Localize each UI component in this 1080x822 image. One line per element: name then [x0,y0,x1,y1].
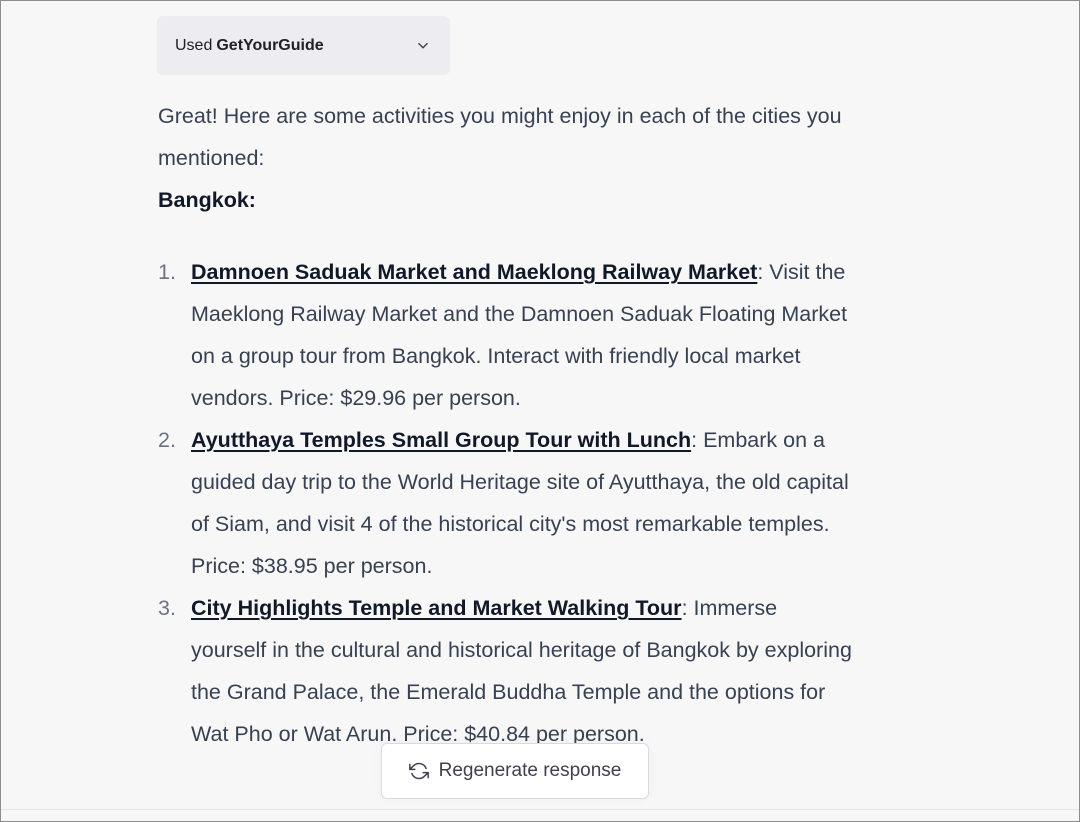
activity-list: 1. Damnoen Saduak Market and Maeklong Ra… [158,251,858,755]
plugin-used-dropdown[interactable]: Used GetYourGuide [157,16,450,75]
intro-text: Great! Here are some activities you migh… [158,104,842,170]
regenerate-label: Regenerate response [438,760,622,781]
item-number: 2. [158,428,176,452]
regenerate-response-button[interactable]: Regenerate response [381,743,649,799]
chevron-down-icon [418,42,428,48]
item-number: 3. [158,596,176,620]
activity-link[interactable]: City Highlights Temple and Market Walkin… [191,596,682,620]
plugin-used-label: Used [175,36,213,54]
section-title: Bangkok: [158,188,256,212]
composer-edge [1,809,1079,821]
list-item: 1. Damnoen Saduak Market and Maeklong Ra… [158,251,858,419]
assistant-message: Great! Here are some activities you migh… [158,95,858,755]
activity-link[interactable]: Ayutthaya Temples Small Group Tour with … [191,428,691,452]
list-item: 2. Ayutthaya Temples Small Group Tour wi… [158,419,858,587]
plugin-name: GetYourGuide [216,36,324,54]
item-number: 1. [158,260,176,284]
activity-link[interactable]: Damnoen Saduak Market and Maeklong Railw… [191,260,757,284]
list-item: 3. City Highlights Temple and Market Wal… [158,587,858,755]
refresh-icon [408,762,429,780]
